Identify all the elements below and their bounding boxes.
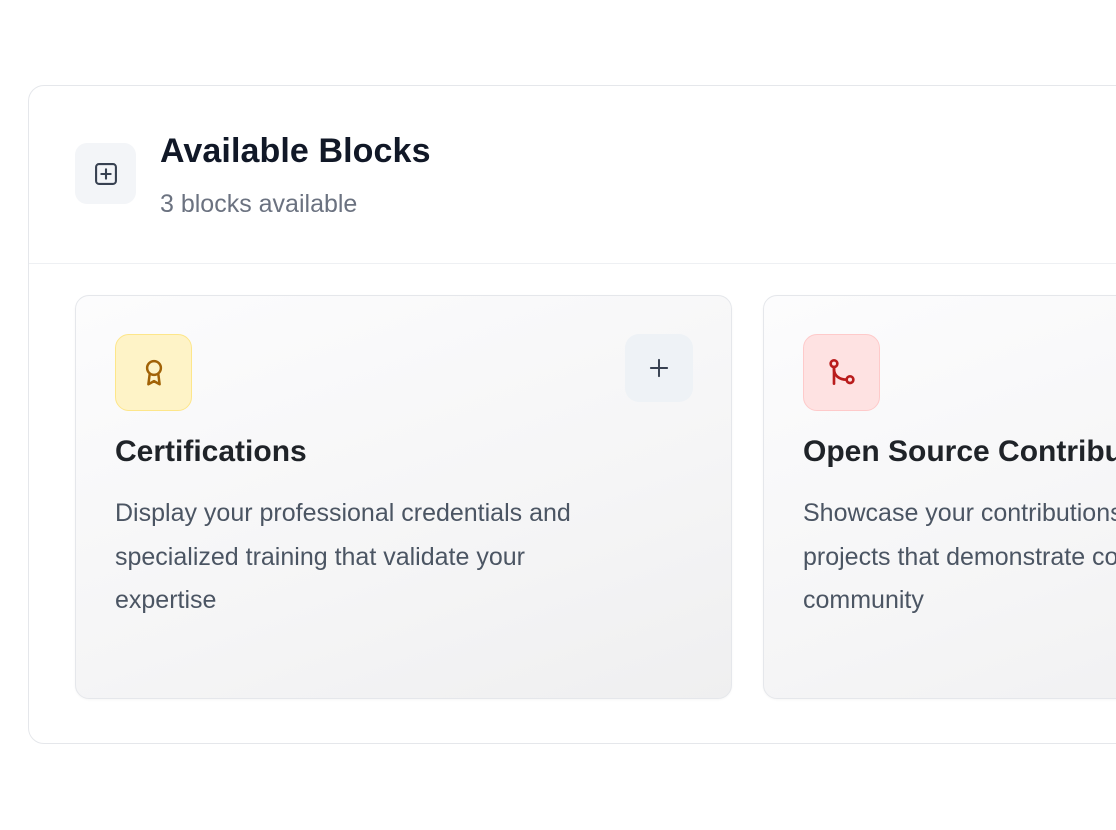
git-merge-icon bbox=[803, 334, 880, 411]
card-description: Showcase your contributions to open sour… bbox=[803, 499, 1116, 614]
card-title: Open Source Contributions bbox=[803, 435, 1116, 468]
card-description: Display your professional credentials an… bbox=[115, 499, 571, 614]
available-blocks-panel: Available Blocks 3 blocks available Cert… bbox=[28, 85, 1116, 744]
panel-title: Available Blocks bbox=[160, 132, 431, 170]
plus-icon bbox=[649, 358, 669, 378]
panel-subtitle: 3 blocks available bbox=[160, 190, 358, 218]
plus-square-icon bbox=[75, 143, 136, 204]
block-card-open-source[interactable]: Open Source Contributions Showcase your … bbox=[763, 295, 1116, 699]
add-block-button[interactable] bbox=[625, 334, 693, 402]
panel-header: Available Blocks 3 blocks available bbox=[29, 86, 1116, 264]
card-title: Certifications bbox=[115, 435, 307, 468]
block-card-certifications[interactable]: Certifications Display your professional… bbox=[75, 295, 732, 699]
award-icon bbox=[115, 334, 192, 411]
